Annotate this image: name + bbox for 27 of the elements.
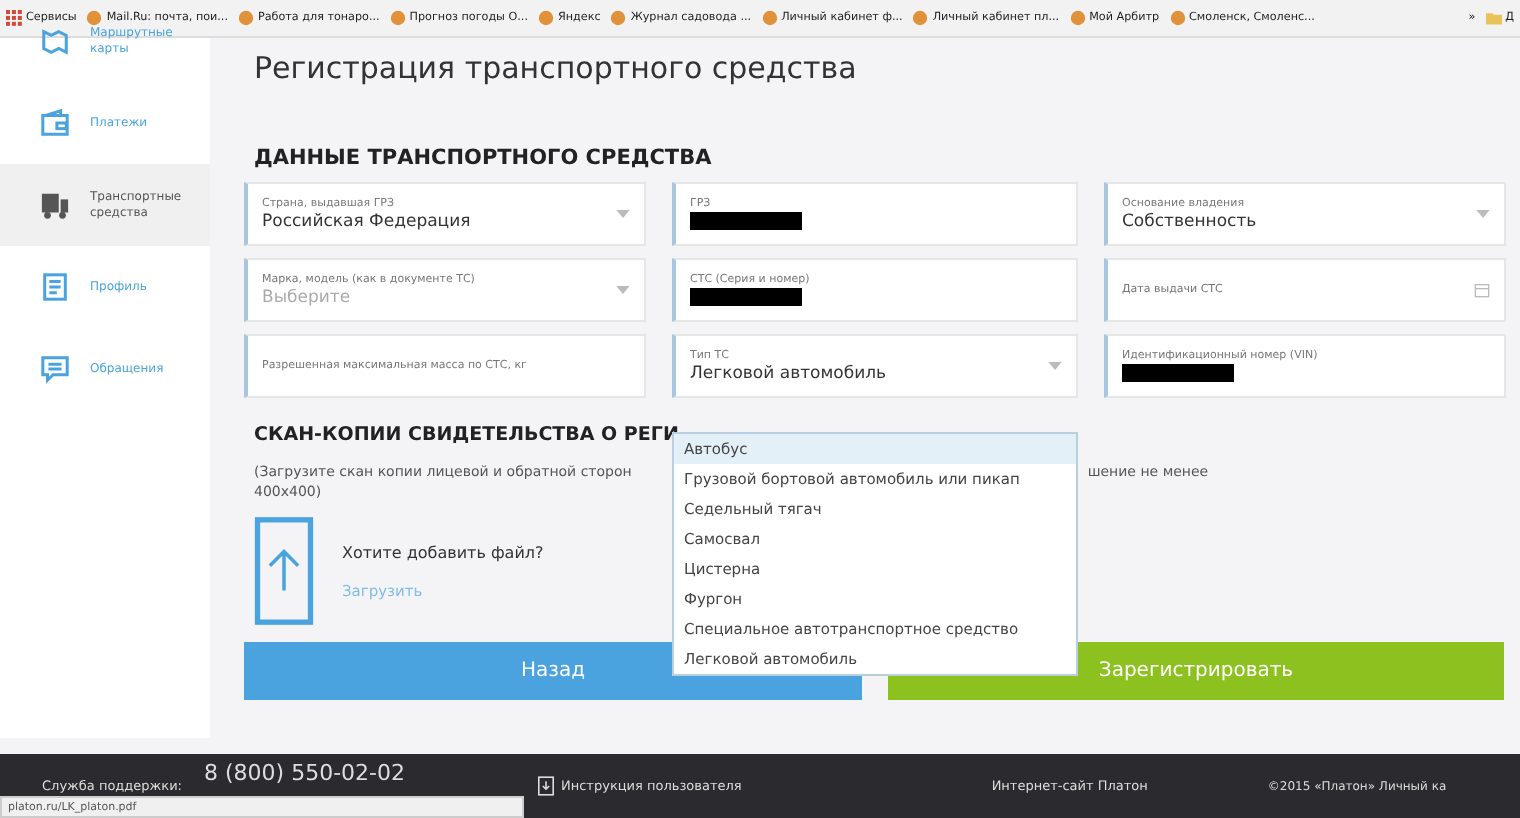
upload-icon[interactable]	[254, 516, 314, 626]
favicon-icon	[761, 10, 778, 26]
calendar-icon	[1474, 282, 1490, 298]
caret-icon	[616, 286, 630, 294]
favicon-icon	[538, 10, 554, 26]
folder-icon	[1485, 10, 1502, 26]
truck-icon	[40, 190, 70, 220]
document-icon	[40, 272, 70, 302]
phone-number: 8 (800) 550-02-02	[204, 760, 405, 786]
favicon-icon	[389, 10, 406, 26]
apps-icon	[6, 10, 22, 26]
favicon-icon	[1169, 10, 1186, 26]
wallet-icon	[40, 108, 70, 138]
map-icon	[40, 26, 70, 56]
upload-prompt: Хотите добавить файл?	[342, 543, 544, 561]
chat-icon	[40, 354, 70, 384]
download-icon	[537, 776, 553, 796]
favicon-icon	[86, 10, 103, 26]
caret-icon	[1476, 210, 1490, 218]
favicon-icon	[912, 10, 929, 26]
section-title: ДАННЫЕ ТРАНСПОРТНОГО СРЕДСТВА	[254, 146, 714, 170]
page-title: Регистрация транспортного средства	[254, 50, 859, 86]
caret-icon	[1048, 362, 1062, 370]
favicon-icon	[238, 10, 254, 26]
favicon-icon	[1069, 10, 1086, 26]
favicon-icon	[610, 10, 627, 26]
caret-icon	[616, 210, 630, 218]
